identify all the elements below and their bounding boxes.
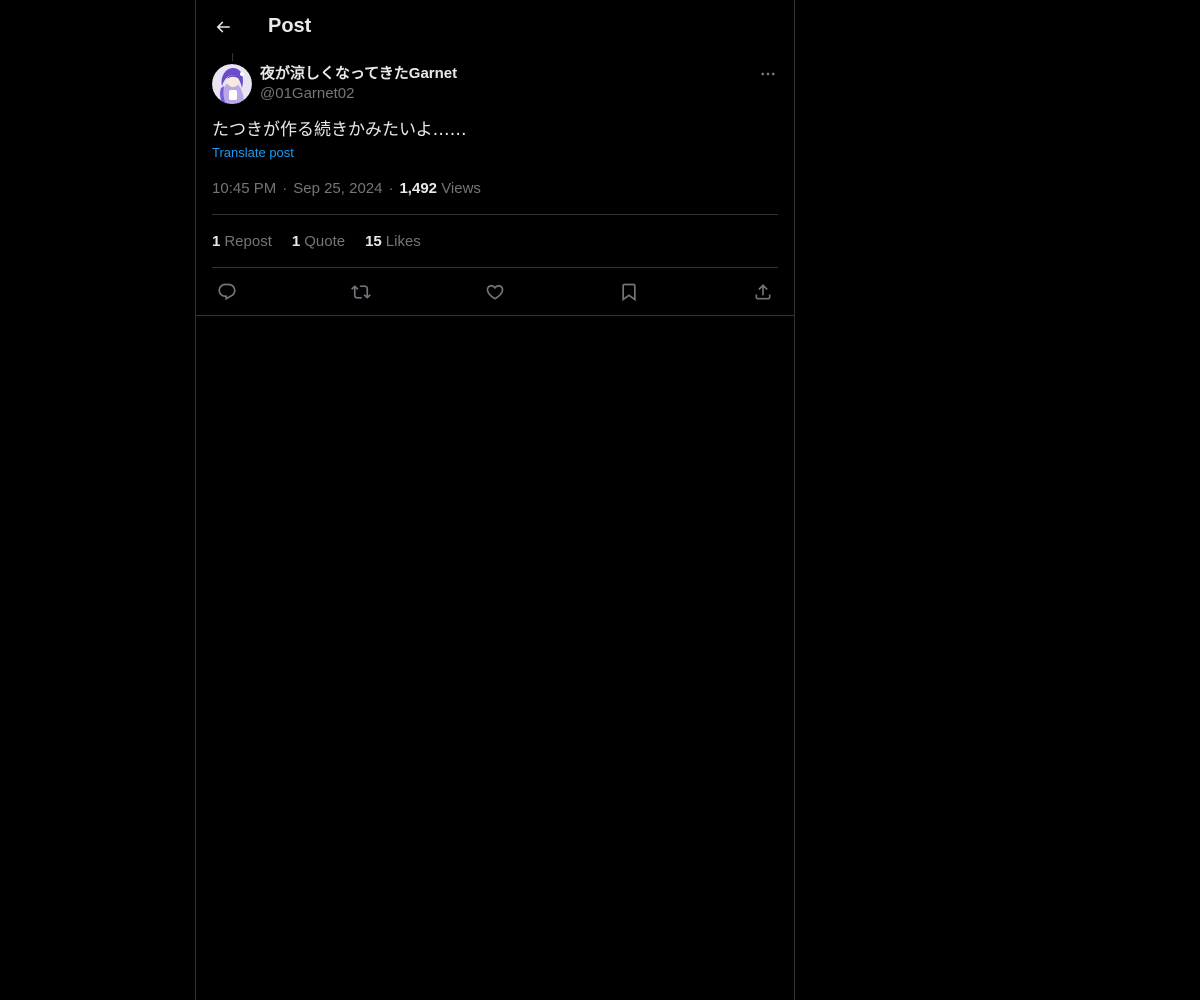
back-button[interactable] — [212, 16, 234, 38]
arrow-left-icon — [216, 20, 230, 33]
quotes-label: Quote — [304, 232, 346, 250]
views-count: 1,492 — [399, 180, 438, 197]
translate-post-link[interactable]: Translate post — [212, 144, 294, 162]
post-actions — [212, 268, 778, 315]
reply-icon — [218, 283, 236, 300]
post-stats: 1 Repost 1 Quote 15 Likes — [212, 215, 778, 268]
page-header: Post — [196, 0, 794, 53]
author-handle[interactable]: @01Garnet02 — [260, 84, 457, 104]
bookmark-icon — [622, 283, 636, 301]
post-text: たつきが作る続きかみたいよ…… — [212, 120, 467, 140]
reposts-stat[interactable]: 1 Repost — [212, 233, 272, 250]
post-bottom-divider — [196, 315, 794, 316]
thread-connector-line — [232, 53, 233, 61]
post-detail: 夜が涼しくなってきたGarnet @01Garnet02 たつきが作る続きかみた… — [196, 64, 794, 315]
views-label: Views — [441, 180, 481, 197]
author-display-name[interactable]: 夜が涼しくなってきたGarnet — [260, 64, 457, 84]
share-icon — [755, 283, 771, 299]
quotes-stat[interactable]: 1 Quote — [292, 233, 345, 250]
post-time[interactable]: 10:45 PM — [212, 180, 276, 197]
likes-stat[interactable]: 15 Likes — [365, 233, 421, 250]
main-column: Post 夜が涼しくなってきたGarnet @01Garnet02 たつきが作る… — [195, 0, 795, 1000]
share-button[interactable] — [752, 281, 774, 303]
like-icon — [486, 284, 504, 300]
separator-dot: · — [282, 180, 288, 197]
reposts-label: Repost — [224, 232, 272, 250]
reply-button[interactable] — [216, 281, 238, 303]
post-metadata: 10:45 PM · Sep 25, 2024 · 1,492 Views — [212, 179, 778, 215]
bookmark-button[interactable] — [618, 281, 640, 303]
more-options-button[interactable] — [758, 64, 778, 84]
author-row: 夜が涼しくなってきたGarnet @01Garnet02 — [212, 64, 778, 104]
avatar[interactable] — [212, 64, 252, 104]
post-date[interactable]: Sep 25, 2024 — [293, 180, 382, 197]
repost-button[interactable] — [350, 281, 372, 303]
reposts-count: 1 — [212, 232, 221, 250]
likes-label: Likes — [385, 232, 421, 250]
page-title: Post — [268, 15, 312, 37]
more-horizontal-icon — [761, 72, 775, 76]
quotes-count: 1 — [291, 232, 301, 250]
likes-count: 15 — [365, 232, 382, 250]
author-names: 夜が涼しくなってきたGarnet @01Garnet02 — [260, 64, 457, 104]
repost-icon — [351, 284, 371, 299]
like-button[interactable] — [484, 281, 506, 303]
separator-dot: · — [388, 180, 394, 197]
avatar-image — [212, 64, 252, 104]
